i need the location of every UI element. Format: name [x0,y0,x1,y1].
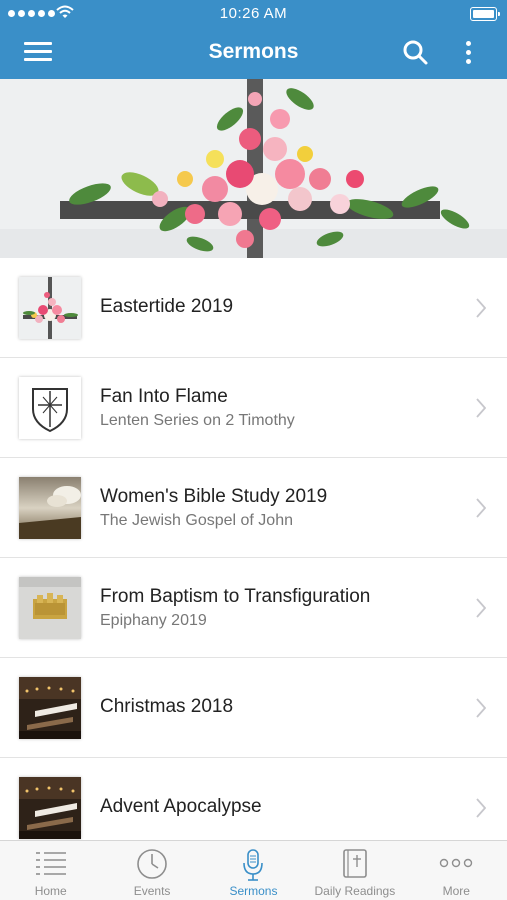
list-item[interactable]: Eastertide 2019 [0,258,507,358]
gold-altar-thumbnail [19,577,81,639]
series-title: Eastertide 2019 [100,296,234,317]
list-icon [35,852,66,875]
tab-label: Home [34,884,67,898]
list-item[interactable]: Advent Apocalypse [0,758,507,840]
tab-label: More [442,884,470,898]
tab-bar: Home Events Sermons Daily Readings More [0,840,507,900]
battery-icon [470,7,500,21]
series-subtitle: Lenten Series on 2 Timothy [100,412,295,429]
vertical-ellipsis-icon[interactable] [460,38,476,66]
series-title: Fan Into Flame [100,386,228,407]
chevron-right-icon [476,698,486,718]
series-title: From Baptism to Transfiguration [100,586,371,607]
status-bar: 10:26 AM [0,0,507,28]
candlelit-church-thumbnail [19,777,81,839]
tab-sermons[interactable]: Sermons [203,841,304,900]
list-item[interactable]: From Baptism to Transfiguration Epiphany… [0,558,507,658]
bible-icon [343,849,367,878]
series-subtitle: Epiphany 2019 [100,612,207,629]
tab-events[interactable]: Events [101,841,202,900]
clock-icon [137,849,167,879]
sky-landscape-thumbnail [19,477,81,539]
candlelit-church-thumbnail [19,677,81,739]
sermon-series-list: Eastertide 2019 Fan Into Flame Lenten Se… [0,258,507,840]
series-title: Advent Apocalypse [100,796,262,817]
tab-daily-readings[interactable]: Daily Readings [304,841,405,900]
series-title: Christmas 2018 [100,696,234,717]
chevron-right-icon [476,498,486,518]
list-item[interactable]: Fan Into Flame Lenten Series on 2 Timoth… [0,358,507,458]
chevron-right-icon [476,398,486,418]
list-item[interactable]: Women's Bible Study 2019 The Jewish Gosp… [0,458,507,558]
floral-cross-thumbnail [19,277,81,339]
chevron-right-icon [476,598,486,618]
microphone-icon [243,849,264,881]
tab-label: Events [133,884,171,898]
list-item[interactable]: Christmas 2018 [0,658,507,758]
series-title: Women's Bible Study 2019 [100,486,328,507]
hero-floral-cross-image [0,79,507,258]
search-icon[interactable] [401,38,429,66]
chevron-right-icon [476,798,486,818]
more-dots-icon [440,858,473,868]
tab-label: Daily Readings [314,884,396,898]
shield-emblem-thumbnail [19,377,81,439]
tab-more[interactable]: More [406,841,507,900]
status-time: 10:26 AM [219,5,288,22]
tab-home[interactable]: Home [0,841,101,900]
series-subtitle: The Jewish Gospel of John [100,512,293,529]
tab-label: Sermons [229,884,278,898]
app-header: 10:26 AM Sermons [0,0,507,79]
page-title: Sermons [208,40,299,63]
chevron-right-icon [476,298,486,318]
